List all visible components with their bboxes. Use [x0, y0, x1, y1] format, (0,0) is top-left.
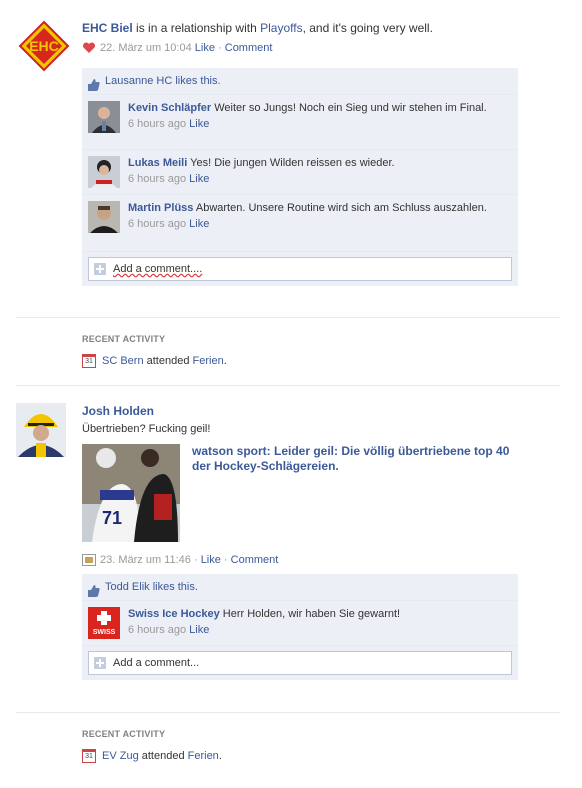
kevin-schlaepfer-avatar[interactable] — [88, 101, 120, 133]
svg-text:71: 71 — [102, 508, 122, 528]
heart-icon — [82, 42, 96, 54]
add-comment-input[interactable]: Add a comment... — [88, 651, 512, 675]
svg-text:EHC: EHC — [29, 38, 59, 54]
playoffs-link[interactable]: Playoffs — [260, 21, 302, 35]
story-1-likes-row: Lausanne HC likes this. — [82, 68, 518, 95]
ferien-link[interactable]: Ferien — [193, 355, 224, 367]
comment-like-link[interactable]: Like — [189, 624, 209, 636]
comment-text: Yes! Die jungen Wilden reissen es wieder… — [190, 157, 395, 169]
comment-author[interactable]: Kevin Schläpfer — [128, 102, 211, 114]
comment-time[interactable]: 6 hours ago — [128, 218, 186, 230]
story-1-text-b: , and it's going very well. — [302, 21, 433, 35]
story-2-meta: 23. März um 11:46 · Like · Comment — [82, 552, 518, 568]
story-1-headline: EHC Biel is in a relationship with Playo… — [82, 20, 518, 38]
add-icon — [94, 657, 106, 669]
feed-divider — [16, 712, 560, 713]
recent-activity-2: 31 EV Zug attended Ferien. — [82, 749, 222, 764]
comment-author[interactable]: Martin Plüss — [128, 202, 193, 214]
story-1-content: EHC Biel is in a relationship with Playo… — [82, 20, 518, 286]
story-2-add-comment-box: Add a comment... — [82, 646, 518, 680]
ehc-biel-logo-avatar[interactable]: EHC — [16, 20, 70, 72]
story-2-timestamp[interactable]: 23. März um 11:46 — [100, 554, 191, 566]
comment-row: Lukas Meili Yes! Die jungen Wilden reiss… — [82, 150, 518, 195]
swiss-logo-text: SWISS — [93, 629, 116, 636]
attachment-title-link[interactable]: watson sport: Leider geil: Die völlig üb… — [192, 444, 518, 474]
story-2-comment-link[interactable]: Comment — [231, 554, 279, 566]
add-icon — [94, 263, 106, 275]
story-1-author-link[interactable]: EHC Biel — [82, 21, 133, 35]
story-1-feedback: Lausanne HC likes this. Kevin Schläpfer … — [82, 68, 518, 286]
story-1-add-comment-box: Add a comment.... — [82, 252, 518, 286]
story-2-like-link[interactable]: Like — [201, 554, 221, 566]
story-1-sep: · — [214, 42, 225, 54]
comment-time[interactable]: 6 hours ago — [128, 118, 186, 130]
comment-author[interactable]: Lukas Meili — [128, 157, 187, 169]
recent-verb: attended — [143, 355, 193, 367]
martin-pluess-avatar[interactable] — [88, 201, 120, 233]
comment-time[interactable]: 6 hours ago — [128, 173, 186, 185]
calendar-icon: 31 — [82, 354, 96, 369]
recent-activity-1: 31 SC Bern attended Ferien. — [82, 354, 227, 369]
comment-author[interactable]: Swiss Ice Hockey — [128, 608, 220, 620]
story-2-author-link[interactable]: Josh Holden — [82, 403, 518, 419]
story-2-likes-text[interactable]: Todd Elik likes this. — [105, 581, 198, 593]
feed-divider — [16, 317, 560, 318]
story-ehc-biel: EHC EHC Biel is in a relationship with P… — [16, 20, 560, 305]
comment-row: Kevin Schläpfer Weiter so Jungs! Noch ei… — [82, 95, 518, 150]
lukas-meili-avatar[interactable] — [88, 156, 120, 188]
story-2-content: Josh Holden Übertrieben? Fucking geil! 7… — [82, 403, 518, 680]
recent-end: . — [223, 355, 227, 367]
comment-time[interactable]: 6 hours ago — [128, 624, 186, 636]
comment-text: Herr Holden, wir haben Sie gewarnt! — [222, 608, 401, 620]
comment-text: Weiter so Jungs! Noch ein Sieg und wir s… — [214, 102, 487, 114]
thumbs-up-icon — [88, 581, 100, 597]
story-1-meta: 22. März um 10:04 Like · Comment — [82, 40, 518, 56]
feed-divider — [16, 385, 560, 386]
recent-verb: attended — [138, 750, 188, 762]
add-comment-input[interactable]: Add a comment.... — [88, 257, 512, 281]
story-2-sep-a: · — [190, 554, 201, 566]
comment-like-link[interactable]: Like — [189, 173, 209, 185]
comment-like-link[interactable]: Like — [189, 218, 209, 230]
add-comment-placeholder: Add a comment.... — [113, 263, 203, 275]
recent-end: . — [218, 750, 222, 762]
story-1-text-a: is in a relationship with — [132, 21, 261, 35]
story-1-like-link[interactable]: Like — [195, 42, 215, 54]
recent-activity-title: RECENT ACTIVITY — [82, 729, 166, 739]
comment-row: Martin Plüss Abwarten. Unsere Routine wi… — [82, 195, 518, 252]
attachment-thumbnail[interactable]: 71 — [82, 444, 180, 542]
ferien-link[interactable]: Ferien — [188, 750, 219, 762]
photo-icon — [82, 554, 96, 567]
story-josh-holden: Josh Holden Übertrieben? Fucking geil! 7… — [16, 403, 560, 698]
shared-link-attachment: 71 watson sport: Leider geil: Die völlig… — [82, 444, 518, 542]
swiss-ice-hockey-avatar[interactable]: SWISS — [88, 607, 120, 639]
comment-text: Abwarten. Unsere Routine wird sich am Sc… — [195, 202, 487, 214]
calendar-icon: 31 — [82, 749, 96, 764]
comment-row: SWISS Swiss Ice Hockey Herr Holden, wir … — [82, 601, 518, 646]
ev-zug-link[interactable]: EV Zug — [102, 750, 139, 762]
story-1-comment-link[interactable]: Comment — [225, 42, 273, 54]
sc-bern-link[interactable]: SC Bern — [102, 355, 144, 367]
story-2-likes-row: Todd Elik likes this. — [82, 574, 518, 601]
add-comment-placeholder: Add a comment... — [113, 657, 200, 669]
story-1-likes-text[interactable]: Lausanne HC likes this. — [105, 75, 221, 87]
story-2-feedback: Todd Elik likes this. SWISS Swiss Ice Ho… — [82, 574, 518, 680]
thumbs-up-icon — [88, 75, 100, 91]
story-2-text: Übertrieben? Fucking geil! — [82, 423, 211, 435]
comment-like-link[interactable]: Like — [189, 118, 209, 130]
recent-activity-title: RECENT ACTIVITY — [82, 334, 166, 344]
story-2-sep-b: · — [220, 554, 231, 566]
story-1-timestamp[interactable]: 22. März um 10:04 — [100, 42, 192, 54]
josh-holden-avatar[interactable] — [16, 403, 66, 457]
